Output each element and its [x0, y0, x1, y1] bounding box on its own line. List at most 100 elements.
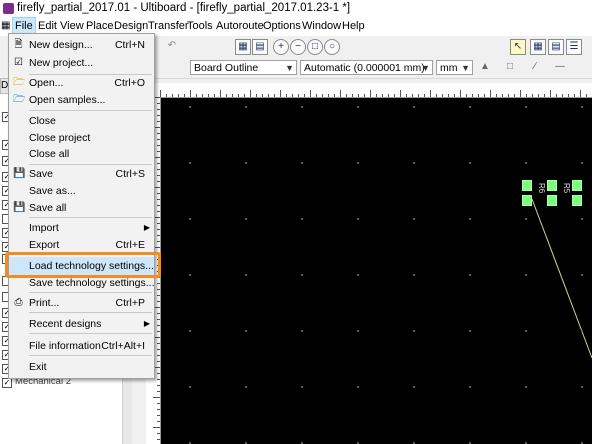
ruler-tick — [153, 397, 160, 398]
menu-item-save[interactable]: 💾 Save Ctrl+S — [9, 165, 154, 183]
menu-item-save-all[interactable]: 💾 Save all — [9, 199, 154, 217]
grid-dot — [189, 162, 191, 164]
ruler-tick — [232, 94, 233, 97]
table-icon[interactable]: ▤ — [548, 39, 564, 55]
part-label-r6: R6 — [537, 183, 546, 194]
ruler-tick — [208, 94, 209, 97]
ruler-tick — [586, 94, 587, 97]
pad[interactable] — [522, 180, 532, 191]
zoom-area-icon[interactable]: □ — [307, 39, 323, 55]
ruler-tick — [502, 94, 503, 97]
ruler-tick — [388, 94, 389, 97]
ruler-tick — [334, 94, 335, 97]
grid-dot — [301, 386, 303, 388]
ruler-tick — [214, 94, 215, 97]
properties-icon[interactable]: ☰ — [566, 39, 582, 55]
zoom-in-icon[interactable]: + — [273, 39, 289, 55]
menu-place[interactable]: Place — [86, 20, 114, 32]
border-icon[interactable]: □ — [503, 60, 517, 74]
layer-combo[interactable]: Board Outline ▼ — [190, 60, 297, 75]
ruler-tick — [238, 94, 239, 97]
menu-options[interactable]: Options — [263, 20, 301, 32]
menu-item-open-samples[interactable]: 🗁 Open samples... — [9, 91, 154, 109]
ruler-tick — [157, 415, 160, 416]
ruler-tick — [157, 139, 160, 140]
menu-item-new-project[interactable]: ☑ New project... — [9, 54, 154, 72]
grid-dot — [301, 274, 303, 276]
open-samples-icon: 🗁 — [13, 94, 26, 105]
ruler-tick — [472, 94, 473, 97]
ruler-tick — [157, 235, 160, 236]
ruler-tick — [328, 94, 329, 97]
pad[interactable] — [522, 195, 532, 206]
ruler-tick — [364, 94, 365, 97]
ruler-tick — [292, 94, 293, 97]
ruler-tick — [322, 94, 323, 97]
pad[interactable] — [572, 195, 582, 206]
menu-item-file-information[interactable]: File information Ctrl+Alt+I — [9, 337, 154, 355]
ruler-tick — [157, 289, 160, 290]
pad[interactable] — [547, 180, 557, 191]
ruler-tick — [157, 163, 160, 164]
grid-dot — [469, 106, 471, 108]
copper-trace[interactable] — [531, 198, 592, 359]
menu-item-exit[interactable]: Exit — [9, 358, 154, 376]
menu-item-open[interactable]: 🗁 Open... Ctrl+O — [9, 74, 154, 92]
ruler-tick — [490, 90, 491, 97]
pad[interactable] — [547, 195, 557, 206]
menu-transfer[interactable]: Transfer — [148, 20, 189, 32]
undo-icon[interactable]: ↶ — [165, 39, 179, 53]
menu-item-close-all[interactable]: Close all — [9, 145, 154, 163]
menu-item-recent-designs[interactable]: Recent designs ▶ — [9, 315, 154, 333]
menu-design[interactable]: Design — [114, 20, 148, 32]
ruler-tick — [157, 313, 160, 314]
ruler-tick — [556, 94, 557, 97]
layer-icon[interactable]: ▤ — [252, 39, 268, 55]
menu-item-new-design[interactable]: 🗎 New design... Ctrl+N — [9, 36, 154, 54]
fill-icon[interactable]: ▲ — [478, 60, 492, 74]
menu-tools[interactable]: Tools — [187, 20, 213, 32]
ruler-tick — [370, 90, 371, 97]
grid-dot — [413, 106, 415, 108]
menu-item-close[interactable]: Close — [9, 112, 154, 130]
ruler-tick — [532, 94, 533, 97]
zoom-out-icon[interactable]: − — [290, 39, 306, 55]
ruler-tick — [526, 94, 527, 97]
ruler-tick — [448, 94, 449, 97]
grid-dot — [245, 218, 247, 220]
ruler-tick — [157, 301, 160, 302]
menu-item-save-as[interactable]: Save as... — [9, 182, 154, 200]
grid-dot — [525, 218, 527, 220]
menu-view[interactable]: View — [60, 20, 84, 32]
menu-help[interactable]: Help — [342, 20, 365, 32]
line-width-icon[interactable]: — — [553, 60, 567, 74]
line-style-icon[interactable]: ∕ — [528, 60, 542, 74]
system-menu-icon[interactable]: ▦ — [1, 20, 10, 31]
ruler-tick — [157, 229, 160, 230]
unit-combo[interactable]: mm ▼ — [436, 60, 473, 75]
ruler-tick — [412, 94, 413, 97]
grid-dot — [245, 106, 247, 108]
grid-icon[interactable]: ▦ — [530, 39, 546, 55]
menu-item-import[interactable]: Import ▶ — [9, 219, 154, 237]
ruler-tick — [157, 439, 160, 440]
pad[interactable] — [572, 180, 582, 191]
zoom-fit-icon[interactable]: ○ — [324, 39, 340, 55]
pcb-canvas[interactable]: R6 R5 — [161, 98, 592, 444]
ruler-tick — [157, 121, 160, 122]
grid-dot — [525, 162, 527, 164]
ruler-tick — [157, 175, 160, 176]
grid-dot — [469, 218, 471, 220]
component-icon[interactable]: ▦ — [235, 39, 251, 55]
part-label-r5: R5 — [562, 183, 571, 194]
menu-autoroute[interactable]: Autoroute — [216, 20, 264, 32]
menu-edit[interactable]: Edit — [38, 20, 57, 32]
ruler-tick — [153, 427, 160, 428]
select-pointer-icon[interactable]: ↖ — [510, 39, 526, 55]
precision-combo[interactable]: Automatic (0.000001 mm) ▼ — [300, 60, 433, 75]
menu-window[interactable]: Window — [302, 20, 341, 32]
ruler-tick — [256, 94, 257, 97]
precision-combo-value: Automatic (0.000001 mm) — [304, 62, 425, 74]
layer-checkbox[interactable]: ✓ — [2, 378, 12, 388]
menu-item-print[interactable]: ⎙ Print... Ctrl+P — [9, 294, 154, 312]
